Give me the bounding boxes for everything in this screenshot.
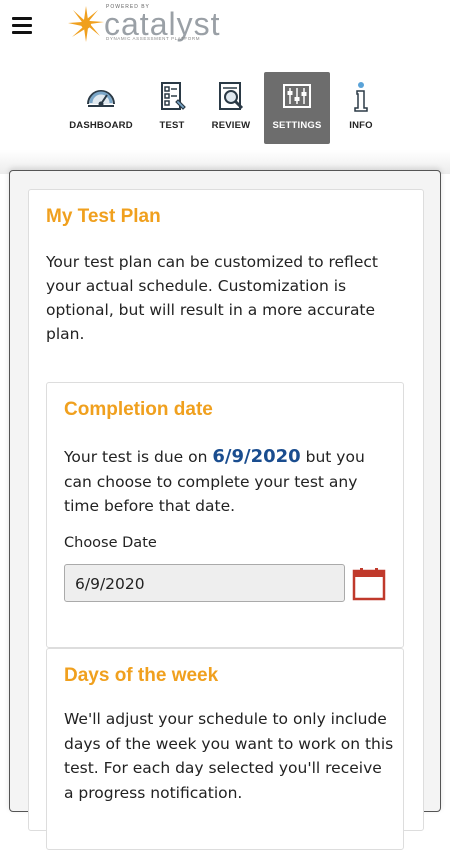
magnifier-doc-icon [219, 82, 244, 110]
completion-date-card: Completion date Your test is due on 6/9/… [46, 382, 404, 648]
nav-item-info[interactable]: INFO [328, 72, 394, 144]
gauge-icon [87, 90, 115, 107]
days-text: We'll adjust your schedule to only inclu… [64, 710, 394, 802]
main-nav: DASHBOARD TEST REVIEW SETTINGS INFO [0, 72, 450, 144]
catalyst-logo: POWERED BY catalyst DYNAMIC ASSESSMENT P… [66, 2, 226, 46]
test-plan-card: My Test Plan Your test plan can be custo… [28, 189, 424, 850]
plan-title: My Test Plan [46, 206, 161, 227]
hamburger-icon[interactable] [12, 16, 32, 34]
calendar-icon [352, 568, 386, 601]
nav-item-review[interactable]: REVIEW [198, 72, 264, 144]
logo-tagline: DYNAMIC ASSESSMENT PLATFORM [106, 36, 201, 41]
info-icon [354, 82, 368, 112]
choose-date-label: Choose Date [64, 535, 157, 551]
completion-text: Your test is due on 6/9/2020 but you can… [64, 445, 394, 519]
top-bar: POWERED BY catalyst DYNAMIC ASSESSMENT P… [0, 0, 450, 60]
nav-label-review: REVIEW [211, 120, 251, 131]
nav-label-settings: SETTINGS [272, 120, 322, 131]
nav-label-test: TEST [159, 120, 185, 131]
due-date: 6/9/2020 [212, 446, 301, 467]
plan-description: Your test plan can be customized to refl… [46, 253, 378, 343]
sunburst-icon [68, 6, 104, 42]
nav-label-info: INFO [349, 120, 373, 131]
nav-item-settings[interactable]: SETTINGS [264, 72, 330, 144]
calendar-button[interactable] [352, 567, 386, 601]
test-sheet-icon [161, 82, 186, 110]
nav-item-dashboard[interactable]: DASHBOARD [68, 72, 134, 144]
nav-item-test[interactable]: TEST [139, 72, 205, 144]
nav-label-dashboard: DASHBOARD [69, 120, 133, 131]
completion-title: Completion date [64, 399, 213, 420]
completion-text-before: Your test is due on [64, 448, 213, 466]
sliders-icon [283, 84, 311, 108]
date-input[interactable]: 6/9/2020 [64, 564, 345, 602]
content-frame: My Test Plan Your test plan can be custo… [9, 170, 441, 850]
days-of-week-card: Days of the week We'll adjust your sched… [46, 648, 404, 850]
days-title: Days of the week [64, 665, 219, 686]
